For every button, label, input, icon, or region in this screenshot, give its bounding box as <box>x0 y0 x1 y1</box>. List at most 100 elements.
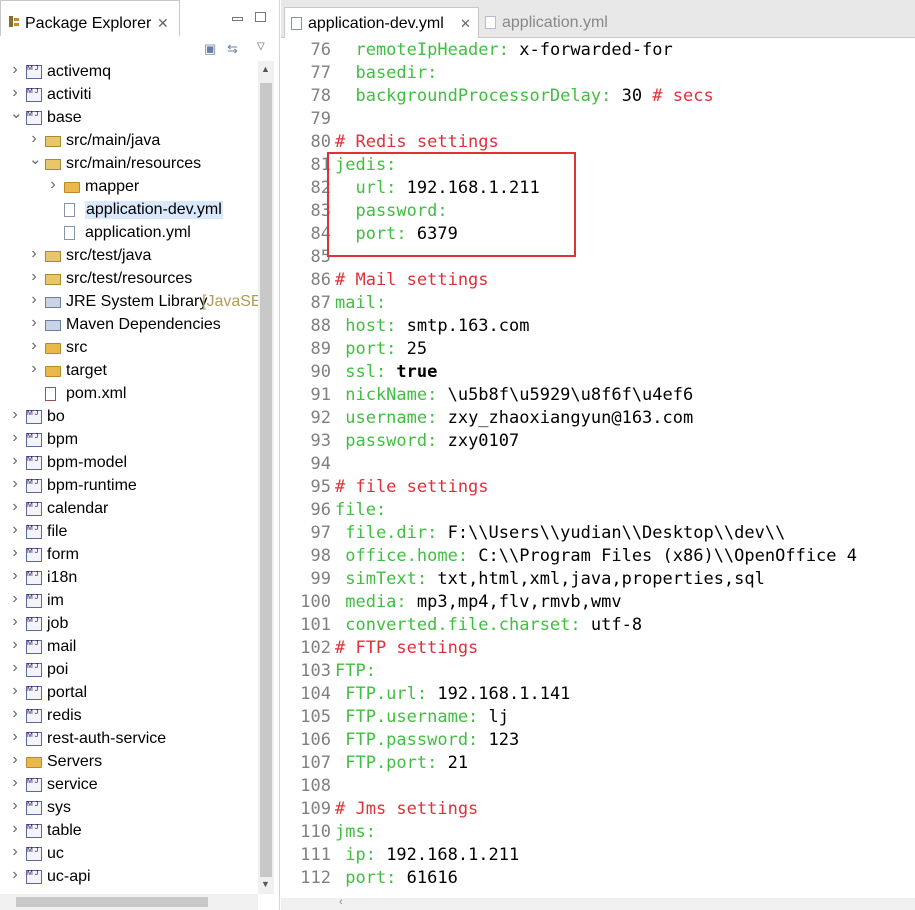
code-line[interactable]: jms: <box>335 822 376 842</box>
code-line[interactable]: media: mp3,mp4,flv,rmvb,wmv <box>335 592 621 612</box>
code-line[interactable]: remoteIpHeader: x-forwarded-for <box>335 40 672 60</box>
editor-horizontal-scrollbar[interactable]: ‹ <box>281 896 915 910</box>
code-line[interactable]: converted.file.charset: utf-8 <box>335 615 642 635</box>
scroll-left-icon[interactable]: ‹ <box>339 896 343 908</box>
expanded-chevron-icon[interactable]: ⌄ <box>10 104 23 122</box>
collapsed-chevron-icon[interactable]: › <box>10 728 20 746</box>
tree-item-pom-xml[interactable]: pom.xml <box>0 383 256 406</box>
code-line[interactable]: mail: <box>335 293 386 313</box>
code-line[interactable]: FTP.username: lj <box>335 707 509 727</box>
collapsed-chevron-icon[interactable]: › <box>10 544 20 562</box>
code-line[interactable]: file.dir: F:\\Users\\yudian\\Desktop\\de… <box>335 523 785 543</box>
collapsed-chevron-icon[interactable]: › <box>10 406 20 424</box>
collapse-all-icon[interactable]: ▣ <box>204 41 216 57</box>
tree-item-base[interactable]: ⌄ M J base <box>0 104 256 130</box>
collapsed-chevron-icon[interactable]: › <box>48 176 58 194</box>
tree-item-target[interactable]: › target <box>0 360 256 383</box>
collapsed-chevron-icon[interactable]: › <box>10 705 20 723</box>
tree-item-sys[interactable]: › M J sys <box>0 797 256 820</box>
code-line[interactable]: file: <box>335 500 386 520</box>
collapsed-chevron-icon[interactable]: › <box>29 268 39 286</box>
collapsed-chevron-icon[interactable]: › <box>10 521 20 539</box>
collapsed-chevron-icon[interactable]: › <box>10 567 20 585</box>
collapsed-chevron-icon[interactable]: › <box>10 452 20 470</box>
tree-item-redis[interactable]: › M J redis <box>0 705 256 728</box>
tree-item-bpm-runtime[interactable]: › M J bpm-runtime <box>0 475 256 498</box>
code-line[interactable]: nickName: \u5b8f\u5929\u8f6f\u4ef6 <box>335 385 693 405</box>
collapsed-chevron-icon[interactable]: › <box>10 866 20 884</box>
collapsed-chevron-icon[interactable]: › <box>10 475 20 493</box>
collapsed-chevron-icon[interactable]: › <box>10 636 20 654</box>
code-line[interactable]: simText: txt,html,xml,java,properties,sq… <box>335 569 765 589</box>
package-explorer-tab[interactable]: Package Explorer ✕ <box>0 0 180 36</box>
collapsed-chevron-icon[interactable]: › <box>10 843 20 861</box>
code-line[interactable]: ssl: true <box>335 362 437 382</box>
tree-item-activiti[interactable]: › M J activiti <box>0 84 256 107</box>
tree-item-file[interactable]: › M J file <box>0 521 256 544</box>
close-tab-icon[interactable]: ✕ <box>157 15 169 32</box>
collapsed-chevron-icon[interactable]: › <box>10 61 20 79</box>
tree-item-src-main-resources[interactable]: ⌄ src/main/resources <box>0 150 256 176</box>
code-line[interactable]: port: 61616 <box>335 868 458 888</box>
close-tab-icon[interactable]: ✕ <box>460 16 471 32</box>
tree-item-application-dev-yml[interactable]: application-dev.yml <box>0 199 256 222</box>
code-line[interactable]: port: 25 <box>335 339 427 359</box>
tree-item-service[interactable]: › M J service <box>0 774 256 797</box>
tree-item-portal[interactable]: › M J portal <box>0 682 256 705</box>
collapsed-chevron-icon[interactable]: › <box>10 613 20 631</box>
code-line[interactable]: FTP: <box>335 661 376 681</box>
tree-item-bo[interactable]: › M J bo <box>0 406 256 429</box>
expanded-chevron-icon[interactable]: ⌄ <box>29 150 42 168</box>
tree-item-im[interactable]: › M J im <box>0 590 256 613</box>
tree-item-i18n[interactable]: › M J i18n <box>0 567 256 590</box>
code-line[interactable]: # FTP settings <box>335 638 478 658</box>
collapsed-chevron-icon[interactable]: › <box>29 291 39 309</box>
code-line[interactable]: host: smtp.163.com <box>335 316 529 336</box>
collapsed-chevron-icon[interactable]: › <box>10 682 20 700</box>
collapsed-chevron-icon[interactable]: › <box>10 429 20 447</box>
collapsed-chevron-icon[interactable]: › <box>10 774 20 792</box>
scrollbar-thumb[interactable] <box>16 897 208 907</box>
view-menu-chevron-down-icon[interactable]: ▽ <box>257 41 265 52</box>
collapsed-chevron-icon[interactable]: › <box>10 590 20 608</box>
collapsed-chevron-icon[interactable]: › <box>29 337 39 355</box>
tree-item-src[interactable]: › src <box>0 337 256 360</box>
tree-item-form[interactable]: › M J form <box>0 544 256 567</box>
scrollbar-thumb[interactable] <box>260 83 272 877</box>
code-line[interactable]: backgroundProcessorDelay: 30 # secs <box>335 86 713 106</box>
tree-item-src-test-resources[interactable]: › src/test/resources <box>0 268 256 291</box>
tab-application-dev-yml[interactable]: application-dev.yml ✕ <box>284 7 479 38</box>
tab-application-yml[interactable]: application.yml <box>479 7 619 38</box>
code-line[interactable]: # Redis settings <box>335 132 499 152</box>
collapsed-chevron-icon[interactable]: › <box>10 84 20 102</box>
tree-item-calendar[interactable]: › M J calendar <box>0 498 256 521</box>
code-line[interactable]: # file settings <box>335 477 489 497</box>
scroll-up-icon[interactable]: ▲ <box>261 64 270 74</box>
code-line[interactable]: office.home: C:\\Program Files (x86)\\Op… <box>335 546 857 566</box>
maximize-icon[interactable] <box>255 12 266 22</box>
code-line[interactable]: FTP.port: 21 <box>335 753 468 773</box>
tree-item-mail[interactable]: › M J mail <box>0 636 256 659</box>
collapsed-chevron-icon[interactable]: › <box>10 797 20 815</box>
code-line[interactable]: password: zxy0107 <box>335 431 519 451</box>
collapsed-chevron-icon[interactable]: › <box>10 498 20 516</box>
code-line[interactable]: FTP.url: 192.168.1.141 <box>335 684 570 704</box>
tree-item-uc[interactable]: › M J uc <box>0 843 256 866</box>
collapsed-chevron-icon[interactable]: › <box>10 820 20 838</box>
collapsed-chevron-icon[interactable]: › <box>10 659 20 677</box>
code-line[interactable]: username: zxy_zhaoxiangyun@163.com <box>335 408 693 428</box>
tree-item-src-test-java[interactable]: › src/test/java <box>0 245 256 268</box>
tree-item-job[interactable]: › M J job <box>0 613 256 636</box>
tree-item-activemq[interactable]: › M J activemq <box>0 61 256 84</box>
code-line[interactable]: basedir: <box>335 63 437 83</box>
tree-item-mapper[interactable]: › mapper <box>0 176 256 199</box>
collapsed-chevron-icon[interactable]: › <box>29 245 39 263</box>
tree-horizontal-scrollbar[interactable] <box>0 894 258 910</box>
scroll-down-icon[interactable]: ▼ <box>261 879 270 889</box>
collapsed-chevron-icon[interactable]: › <box>10 751 20 769</box>
tree-item-application-yml[interactable]: application.yml <box>0 222 256 245</box>
collapsed-chevron-icon[interactable]: › <box>29 314 39 332</box>
tree-item-poi[interactable]: › M J poi <box>0 659 256 682</box>
tree-item-jre-system-library[interactable]: › JRE System Library [JavaSE <box>0 291 261 314</box>
tree-item-bpm-model[interactable]: › M J bpm-model <box>0 452 256 475</box>
